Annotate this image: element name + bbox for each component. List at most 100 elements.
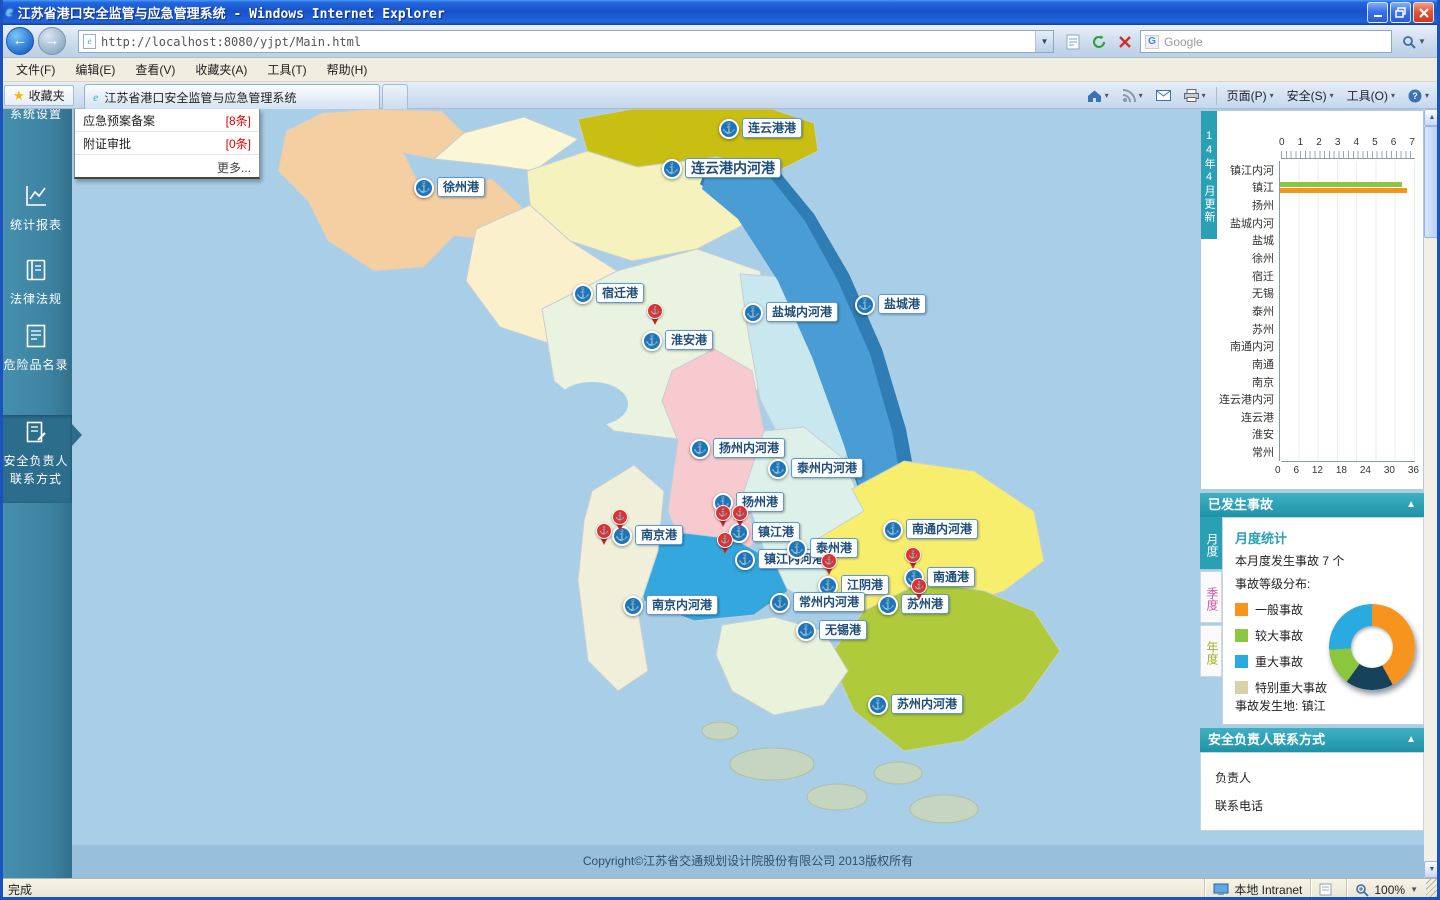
- search-button[interactable]: ▼: [1396, 30, 1432, 53]
- accident-period-tabs: 月度 季度 年度: [1200, 517, 1222, 725]
- address-field[interactable]: e http://localhost:8080/yjpt/Main.html ▼: [78, 30, 1054, 53]
- chart-plot-cell: [1279, 249, 1415, 267]
- feeds-button[interactable]: ▾: [1117, 87, 1148, 105]
- print-button[interactable]: ▾: [1179, 87, 1211, 104]
- chart-bar: [1280, 187, 1408, 193]
- forward-button[interactable]: →: [38, 27, 66, 55]
- chart-row: 常州: [1201, 443, 1415, 461]
- chart-row: 连云港内河: [1201, 390, 1415, 408]
- favorites-button[interactable]: ★ 收藏夹: [4, 85, 74, 106]
- tab-年度[interactable]: 年度: [1200, 625, 1222, 677]
- port-label: 无锡港: [819, 620, 868, 640]
- menu-tools[interactable]: 工具(T): [257, 58, 316, 81]
- menu-favorites[interactable]: 收藏夹(A): [185, 58, 257, 81]
- close-icon: [1418, 7, 1429, 18]
- port-label: 苏州港: [901, 594, 950, 614]
- person-in-charge-label: 负责人: [1215, 771, 1252, 785]
- window-title: 江苏省港口安全监管与应急管理系统 - Windows Internet Expl…: [17, 7, 445, 22]
- contact-panel-body: 负责人 联系电话: [1200, 752, 1424, 831]
- legend-item: 重大事故: [1235, 648, 1327, 674]
- close-button[interactable]: [1413, 2, 1434, 23]
- sidebar-item-system-settings[interactable]: 系统设置: [0, 109, 72, 121]
- collapse-icon[interactable]: ▲: [1406, 493, 1416, 517]
- security-zone: 本地 Intranet: [1204, 879, 1310, 900]
- chart-plot-cell: [1279, 213, 1415, 232]
- scroll-down-button[interactable]: ▼: [1424, 861, 1440, 878]
- svg-text:?: ?: [1412, 91, 1418, 101]
- mail-button[interactable]: [1151, 88, 1176, 103]
- new-tab-button[interactable]: [382, 84, 408, 109]
- intranet-icon: [1213, 883, 1229, 895]
- chart-plot-cell: [1279, 178, 1415, 197]
- help-button[interactable]: ? ▾: [1403, 87, 1434, 105]
- chart-plot-cell: [1279, 390, 1415, 408]
- menu-edit[interactable]: 编辑(E): [65, 58, 125, 81]
- axis-tick-label: 0: [1275, 465, 1281, 476]
- google-icon: G: [1145, 34, 1159, 49]
- anchor-icon: ⚓: [787, 539, 807, 559]
- page-menu-button[interactable]: 页面(P) ▾: [1222, 85, 1279, 106]
- quick-panel-row-approval[interactable]: 附证审批 [0条]: [75, 132, 259, 155]
- chart-category-label: 盐城内河: [1230, 217, 1274, 230]
- restore-icon: [1395, 7, 1406, 18]
- sidebar-item-safety-contacts[interactable]: 安全负责人 联系方式: [0, 415, 72, 503]
- pin-anchor-icon: ⚓: [647, 303, 663, 319]
- collapse-icon[interactable]: ▲: [1406, 728, 1416, 752]
- accident-donut-chart: [1329, 604, 1415, 690]
- legend-label: 一般事故: [1255, 602, 1304, 617]
- chart-category-label: 连云港内河: [1219, 394, 1274, 407]
- accident-panel-header[interactable]: 已发生事故 ▲: [1200, 493, 1424, 517]
- minimize-button[interactable]: [1367, 2, 1388, 23]
- ie-window: e 江苏省港口安全监管与应急管理系统 - Windows Internet Ex…: [0, 0, 1440, 900]
- rss-icon: [1122, 88, 1136, 102]
- more-link[interactable]: 更多...: [75, 155, 259, 177]
- stop-button[interactable]: [1112, 30, 1138, 53]
- zoom-control[interactable]: 100% ▼: [1346, 879, 1426, 900]
- resize-grip[interactable]: [1426, 879, 1440, 900]
- sidebar-item-dangerous-goods[interactable]: 危险品名录: [0, 319, 72, 383]
- sidebar-item-regulations[interactable]: 法律法规: [0, 253, 72, 313]
- search-input[interactable]: G Google: [1140, 30, 1392, 53]
- sidebar-item-statistics[interactable]: 统计报表: [0, 179, 72, 239]
- chart-plot-cell: [1279, 319, 1415, 338]
- quick-panel-row-plans[interactable]: 应急预案备案 [8条]: [75, 109, 259, 132]
- port-label: 泰州内河港: [791, 458, 864, 478]
- anchor-icon: ⚓: [868, 695, 888, 715]
- port-label: 苏州内河港: [891, 694, 964, 714]
- home-button[interactable]: ▾: [1082, 87, 1114, 105]
- chart-plot-cell: [1279, 231, 1415, 250]
- tools-menu-button[interactable]: 工具(O) ▾: [1342, 85, 1400, 106]
- chart-category-label: 南通: [1252, 358, 1274, 371]
- menu-view[interactable]: 查看(V): [125, 58, 185, 81]
- contact-note-icon: [26, 421, 46, 443]
- scroll-thumb[interactable]: [1424, 126, 1440, 238]
- scroll-up-button[interactable]: ▲: [1424, 109, 1440, 126]
- tab-季度[interactable]: 季度: [1200, 571, 1222, 623]
- port-label: 连云港港: [742, 118, 803, 138]
- menu-file[interactable]: 文件(F): [6, 58, 65, 81]
- chart-row: 淮安: [1201, 425, 1415, 444]
- compatibility-icon: [1066, 34, 1080, 49]
- menu-help[interactable]: 帮助(H): [317, 58, 378, 81]
- port-label: 盐城港: [878, 294, 927, 314]
- axis-tick-label: 6: [1293, 465, 1299, 476]
- chart-row: 南京: [1201, 372, 1415, 391]
- chart-category-label: 宿迁: [1252, 270, 1274, 283]
- safety-menu-button[interactable]: 安全(S) ▾: [1282, 85, 1339, 106]
- anchor-icon: ⚓: [878, 595, 898, 615]
- address-dropdown-button[interactable]: ▼: [1035, 31, 1053, 52]
- restore-button[interactable]: [1390, 2, 1411, 23]
- port-label: 扬州内河港: [713, 438, 786, 458]
- chart-plot-cell: [1279, 372, 1415, 391]
- tab-月度[interactable]: 月度: [1200, 517, 1222, 569]
- browser-tab[interactable]: e 江苏省港口安全监管与应急管理系统: [84, 84, 380, 109]
- refresh-button[interactable]: [1086, 30, 1112, 53]
- legend-swatch: [1235, 654, 1248, 668]
- compatibility-view-button[interactable]: [1060, 30, 1086, 53]
- contact-panel-header[interactable]: 安全负责人联系方式 ▲: [1200, 728, 1424, 752]
- back-button[interactable]: ←: [6, 27, 34, 55]
- chart-row: 连云港: [1201, 407, 1415, 426]
- anchor-icon: ⚓: [690, 439, 710, 459]
- chart-category-label: 南通内河: [1230, 341, 1274, 354]
- vertical-scrollbar[interactable]: ▲ ▼: [1424, 109, 1440, 878]
